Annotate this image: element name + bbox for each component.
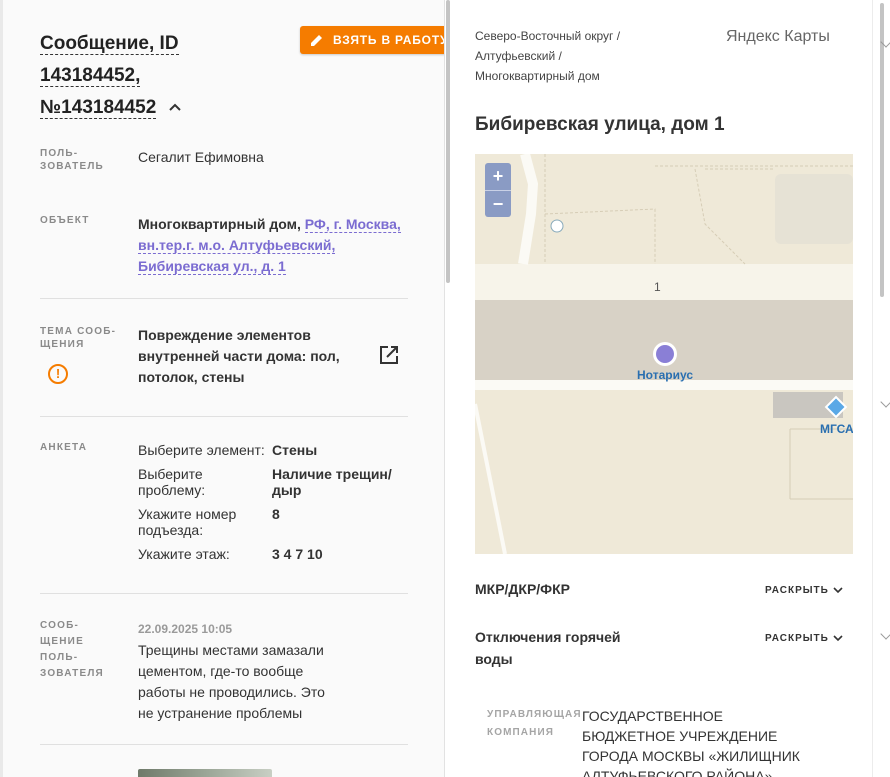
title-number: №143184452 — [40, 97, 157, 119]
message-line: работы не проводились. Это — [138, 684, 325, 700]
object-link-street[interactable]: Бибиревская ул., д. 1 — [138, 258, 286, 275]
message-line: цементом, где-то вообще — [138, 663, 304, 679]
map-zoom-control: + − — [485, 163, 511, 217]
object-panel: Северо-Восточный округ / Алтуфьевский / … — [451, 0, 890, 777]
title-id: 143184452, — [40, 65, 141, 87]
breadcrumb-item[interactable]: Алтуфьевский / — [475, 49, 562, 63]
map-canvas — [475, 154, 853, 554]
yandex-maps-link[interactable]: Яндекс Карты — [726, 28, 830, 46]
title-prefix: Сообщение, ID — [40, 33, 179, 55]
message-line: не устранение проблемы — [138, 705, 303, 721]
divider — [40, 416, 408, 417]
left-scrollbar[interactable] — [446, 0, 450, 283]
object-link-district[interactable]: вн.тер.г. м.о. Алтуфьевский, — [138, 237, 336, 254]
survey-key: Выберите проблему: — [138, 466, 206, 498]
message-panel: Сообщение, ID 143184452, №143184452 ВЗЯТ… — [0, 0, 445, 777]
address-title: Бибиревская улица, дом 1 — [475, 114, 725, 135]
page-title: Сообщение, ID 143184452, №143184452 — [40, 28, 300, 124]
map-house-number: 1 — [654, 280, 661, 294]
pencil-icon — [311, 35, 322, 46]
user-message-label: СООБ-ЩЕНИЕ ПОЛЬ-ЗОВАТЕЛЯ — [40, 620, 104, 679]
expand-label: РАСКРЫТЬ — [765, 585, 829, 596]
map[interactable]: + − 1 Нотариус МГСА — [475, 154, 853, 554]
survey-value: Наличие трещин/дыр — [272, 466, 392, 498]
section-title: Отключения горячей воды — [475, 629, 621, 667]
breadcrumb-item[interactable]: Многоквартирный дом — [475, 69, 600, 83]
chevron-up-icon[interactable] — [168, 93, 182, 111]
user-value: Сегалит Ефимовна — [138, 149, 264, 165]
take-to-work-label: ВЗЯТЬ В РАБОТУ — [333, 33, 445, 47]
object-prefix: Многоквартирный дом, — [138, 216, 301, 232]
take-to-work-button[interactable]: ВЗЯТЬ В РАБОТУ — [300, 26, 445, 54]
object-value: Многоквартирный дом, РФ, г. Москва, вн.т… — [138, 214, 408, 277]
management-company-label: УПРАВЛЯЮЩАЯ КОМПАНИЯ — [487, 709, 582, 738]
survey-value: 8 — [272, 506, 280, 522]
survey-label: АНКЕТА — [40, 442, 88, 453]
object-link-country[interactable]: РФ, г. Москва, — [304, 216, 401, 233]
topic-line: Повреждение элементов — [138, 327, 311, 343]
survey-key: Укажите номер подъезда: — [138, 506, 237, 538]
breadcrumb-item[interactable]: Северо-Восточный округ / — [475, 29, 620, 43]
management-company-value: ГОСУДАРСТВЕННОЕ БЮДЖЕТНОЕ УЧРЕЖДЕНИЕ ГОР… — [582, 708, 800, 777]
expand-button[interactable]: РАСКРЫТЬ — [765, 633, 843, 644]
warning-icon: ! — [48, 364, 68, 384]
divider — [40, 298, 408, 299]
chevron-down-icon — [833, 635, 843, 642]
topic-line: внутренней части дома: пол, — [138, 348, 340, 364]
expand-button[interactable]: РАСКРЫТЬ — [765, 585, 843, 596]
chevron-down-icon — [833, 587, 843, 594]
survey-key: Выберите элемент: — [138, 442, 265, 458]
section-title: МКР/ДКР/ФКР — [475, 581, 571, 597]
message-line: Трещины местами замазали — [138, 642, 324, 658]
panel-edge — [0, 0, 3, 777]
zoom-out-button[interactable]: − — [485, 190, 511, 216]
attachment-thumbnail[interactable] — [138, 769, 272, 777]
topic-line: потолок, стены — [138, 369, 245, 385]
user-message-value: 22.09.2025 10:05 Трещины местами замазал… — [138, 618, 358, 724]
open-external-icon[interactable] — [378, 344, 400, 366]
user-label: ПОЛЬ-ЗОВАТЕЛЬ — [40, 148, 104, 172]
divider — [40, 744, 408, 745]
survey-key: Укажите этаж: — [138, 546, 230, 562]
zoom-in-button[interactable]: + — [485, 163, 511, 189]
topic-label: ТЕМА СООБ-ЩЕНИЯ — [40, 326, 117, 350]
survey-value: 3 4 7 10 — [272, 546, 323, 562]
map-poi-mgsa[interactable]: МГСА — [820, 422, 853, 436]
divider — [40, 593, 408, 594]
object-label: ОБЪЕКТ — [40, 215, 90, 226]
message-date: 22.09.2025 10:05 — [138, 622, 233, 636]
topic-value: Повреждение элементов внутренней части д… — [138, 325, 358, 388]
breadcrumb: Северо-Восточный округ / Алтуфьевский / … — [475, 26, 675, 86]
expand-label: РАСКРЫТЬ — [765, 633, 829, 644]
survey-value: Стены — [272, 442, 318, 458]
map-poi-notary[interactable]: Нотариус — [637, 368, 693, 382]
right-scrollbar[interactable] — [880, 3, 884, 297]
